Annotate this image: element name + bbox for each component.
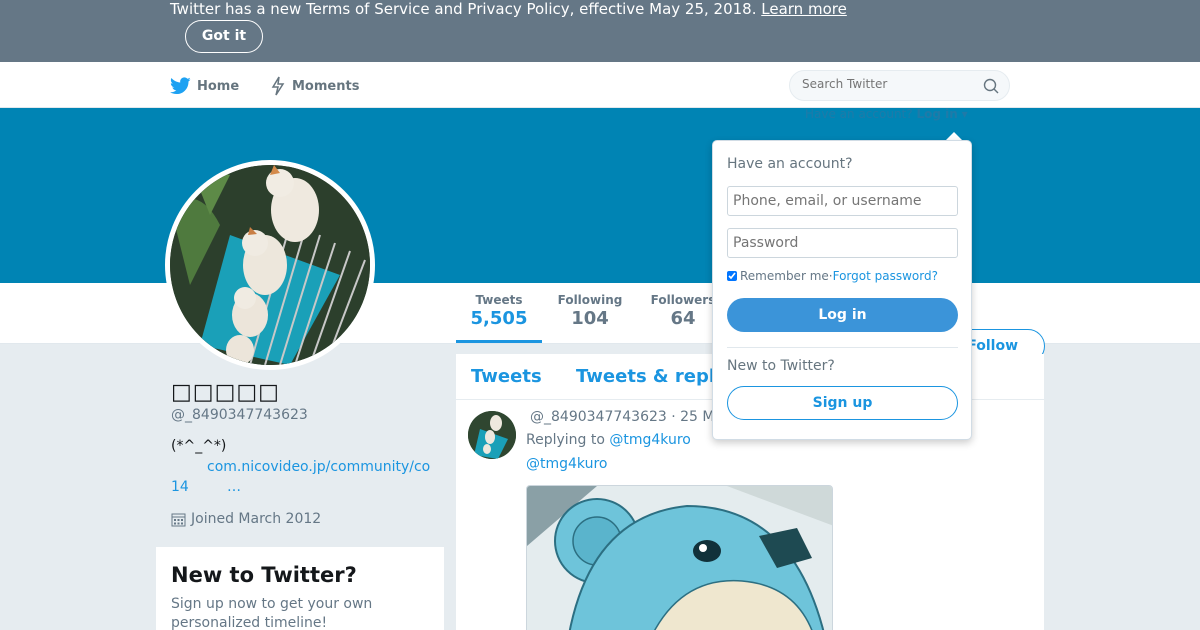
replying-to-link[interactable]: @tmg4kuro [609,432,690,448]
remember-me-checkbox[interactable] [727,271,737,281]
password-field[interactable] [727,228,958,258]
nav-home-label: Home [197,78,240,94]
top-navigation: Home Moments [0,62,1200,108]
replying-label: Replying to [526,432,605,448]
stat-label: Following [557,293,623,307]
replying-to: Replying to @tmg4kuro [526,432,691,448]
tweet-avatar[interactable] [468,411,516,459]
stat-tweets[interactable]: Tweets 5,505 [456,293,542,343]
stat-label: Tweets [475,293,523,307]
notice-message: Twitter has a new Terms of Service and P… [170,0,757,18]
learn-more-link[interactable]: Learn more [761,0,847,18]
signup-card: New to Twitter? Sign up now to get your … [156,547,444,630]
profile-name: □□□□□ [171,380,280,405]
search-box[interactable] [789,70,1010,101]
tweet-meta: @_8490347743623 · 25 M [530,409,715,425]
stat-label: Followers [650,293,716,307]
nav-moments-label: Moments [292,78,360,94]
caret-down-icon[interactable]: ▾ [962,107,968,121]
profile-link-prefix[interactable]: 14 [171,479,189,495]
profile-bio: (*^_^*) [171,438,227,454]
dropdown-divider [727,347,958,348]
stat-following[interactable]: Following 104 [553,293,627,329]
forgot-password-link[interactable]: Forgot password? [833,269,938,283]
profile-handle: @_8490347743623 [171,407,308,423]
login-dropdown: Have an account? Remember me · Forgot pa… [712,140,972,440]
profile-avatar[interactable] [165,160,375,370]
tweet-mention[interactable]: @tmg4kuro [526,456,607,472]
remember-me-label: Remember me [740,269,829,283]
notice-text: Twitter has a new Terms of Service and P… [170,0,847,18]
login-dropdown-toggle[interactable]: Log in [916,107,957,121]
search-icon[interactable] [983,78,999,94]
search-input[interactable] [802,77,972,91]
joined-text: Joined March 2012 [191,511,322,527]
lightning-icon [271,76,285,96]
signup-button[interactable]: Sign up [727,386,958,420]
tweet-media[interactable] [526,485,833,630]
have-account-prompt: Have an account? Log in ▾ [805,107,968,121]
username-field[interactable] [727,186,958,216]
profile-link[interactable]: com.nicovideo.jp/community/co [207,459,430,475]
cartoon-bear-image [527,486,832,630]
joined-date: Joined March 2012 [171,511,321,527]
dropdown-title: Have an account? [727,156,853,172]
twitter-bird-icon [170,77,191,95]
got-it-button[interactable]: Got it [185,20,263,53]
cats-photo [170,165,370,365]
new-to-twitter-text: New to Twitter? [727,358,835,374]
signup-card-title: New to Twitter? [171,563,357,587]
signup-card-text: Sign up now to get your own personalized… [171,596,373,630]
profile-link-ellipsis[interactable]: … [227,479,241,495]
stat-followers[interactable]: Followers 64 [650,293,716,329]
stat-value: 104 [571,308,609,329]
stat-value: 64 [670,308,696,329]
tweet-avatar-image [468,411,516,459]
calendar-icon [171,513,186,526]
login-button[interactable]: Log in [727,298,958,332]
have-account-text: Have an account? [805,107,913,121]
nav-moments[interactable]: Moments [270,76,359,96]
tab-tweets[interactable]: Tweets [471,366,542,387]
nav-home[interactable]: Home [170,76,239,96]
terms-notice-bar: Twitter has a new Terms of Service and P… [0,0,1200,62]
remember-me-row: Remember me · Forgot password? [727,269,938,283]
stat-value: 5,505 [470,308,528,329]
